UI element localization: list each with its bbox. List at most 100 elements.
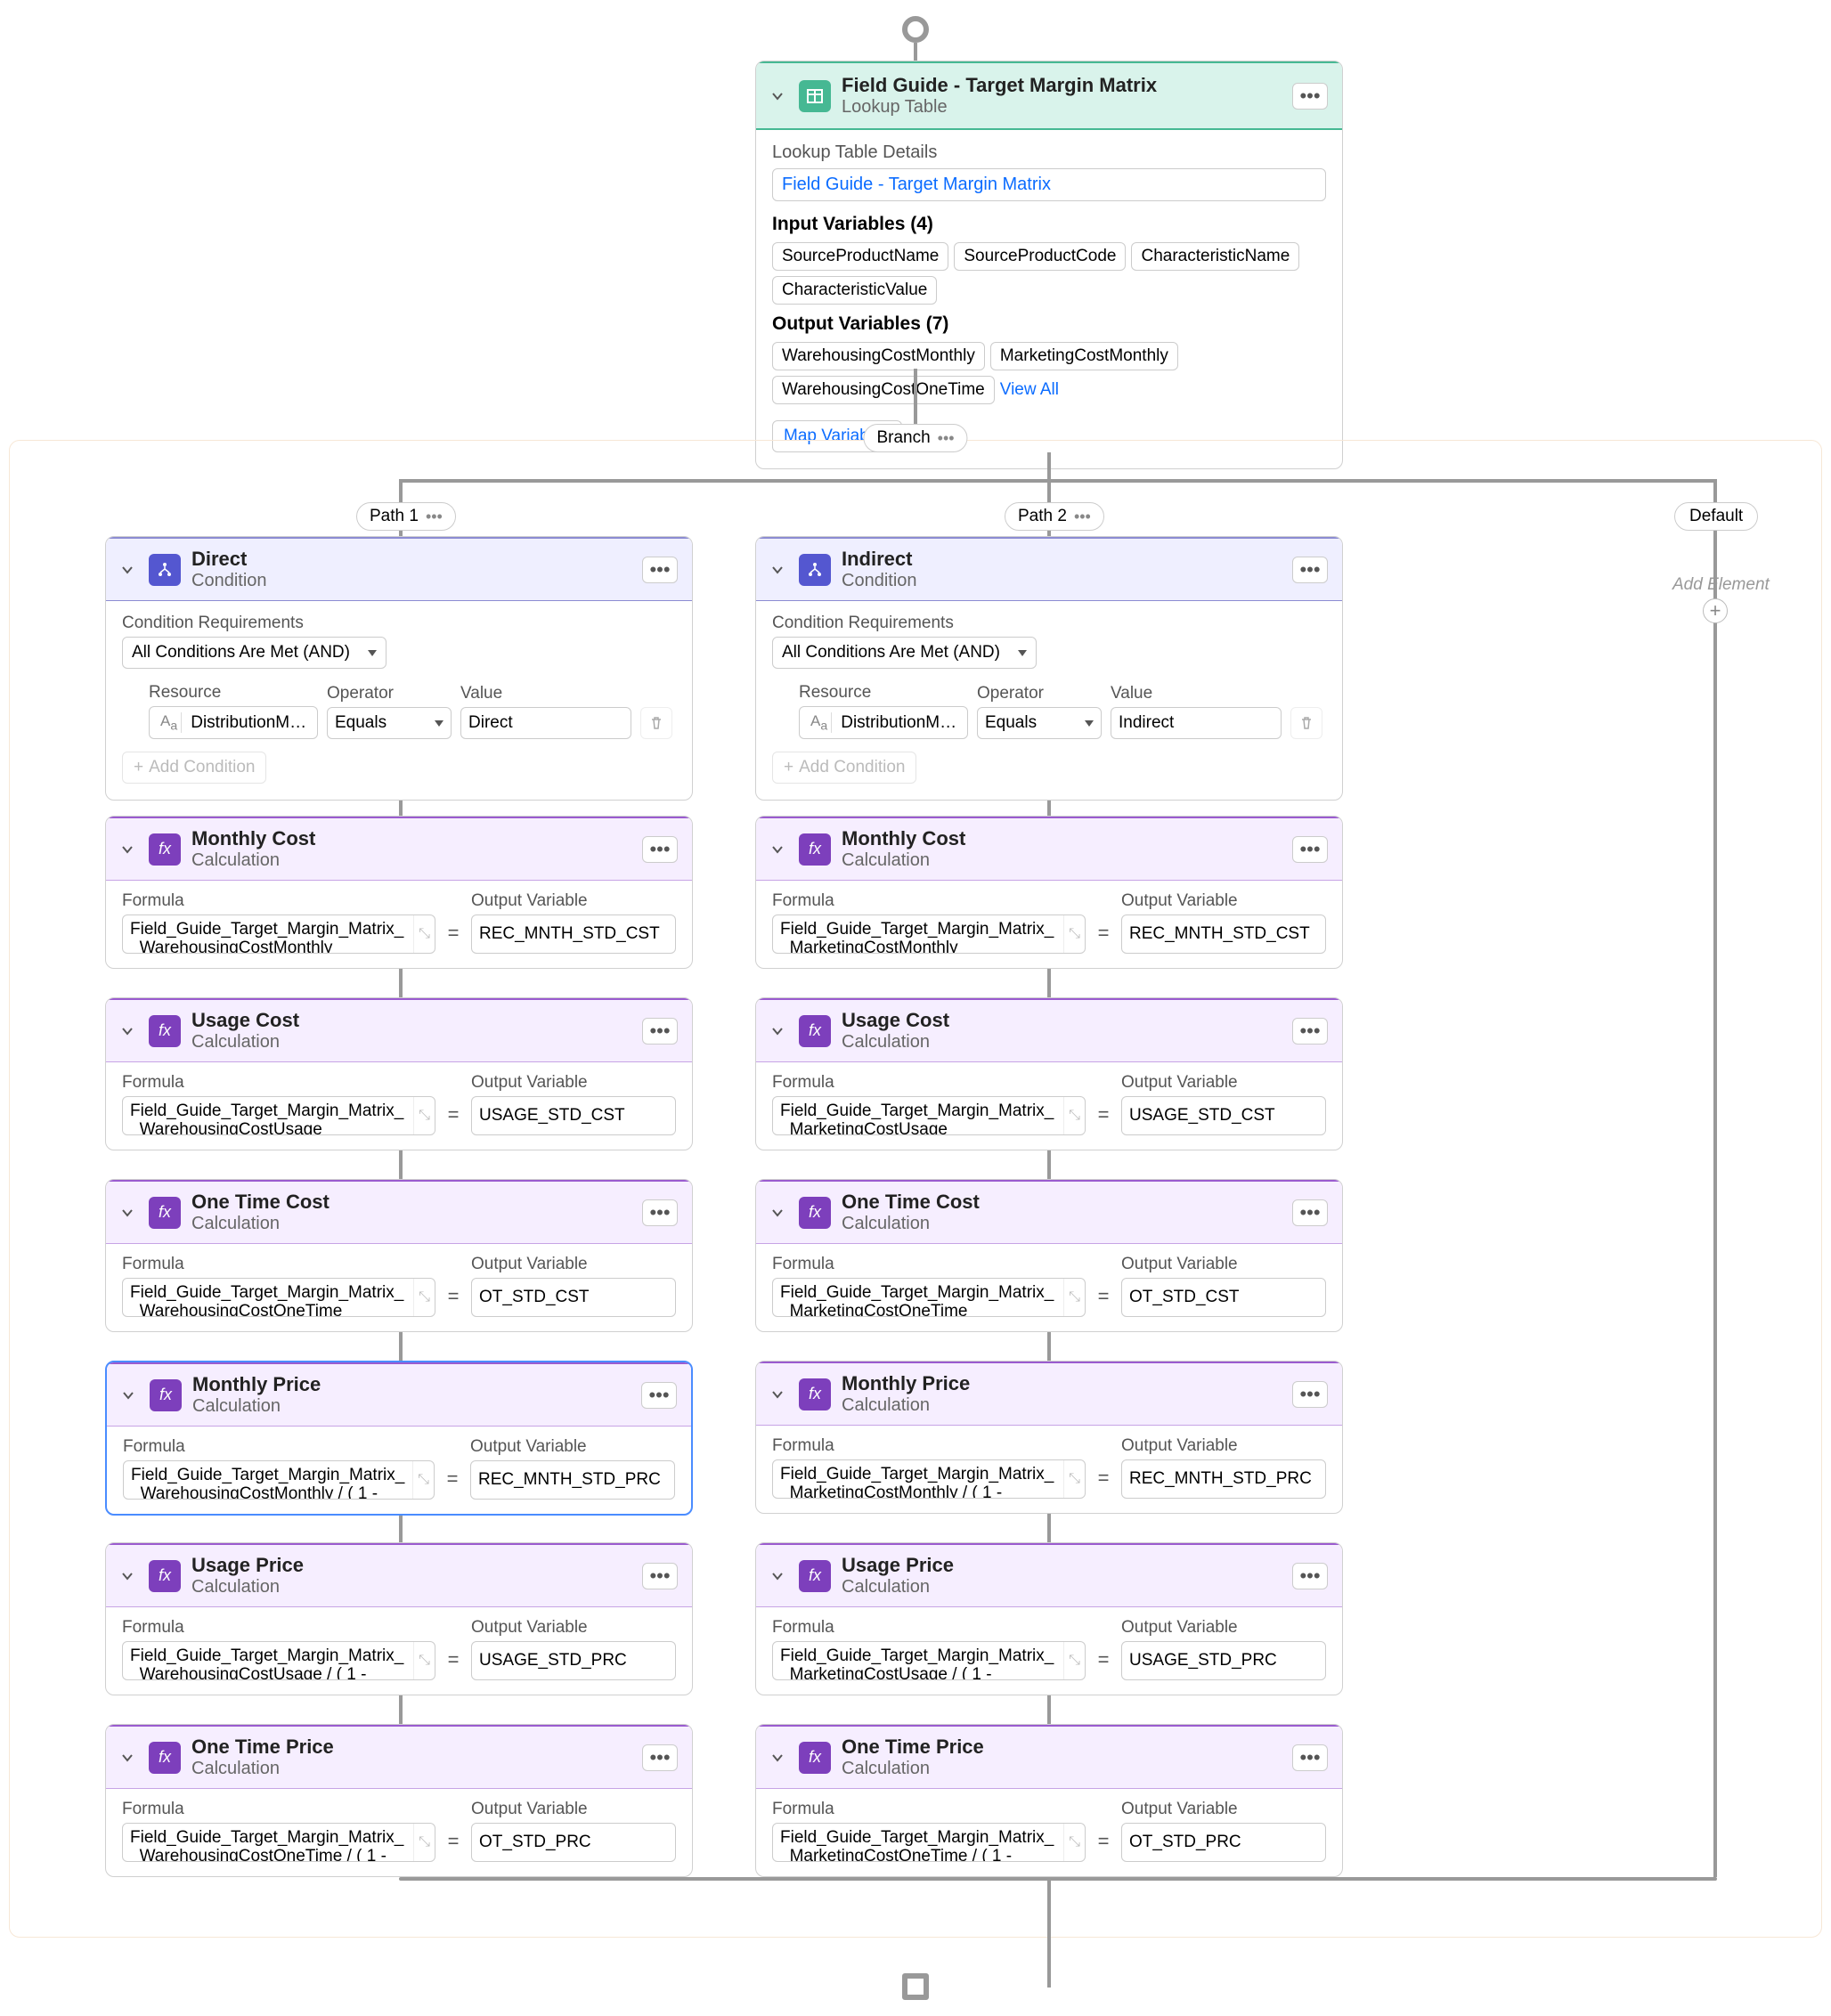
condition-header[interactable]: Indirect Condition ••• bbox=[756, 537, 1342, 601]
expand-icon[interactable]: ⤡ bbox=[413, 1097, 435, 1134]
resource-input[interactable]: AaDistributionMethod bbox=[149, 706, 318, 739]
expand-icon[interactable]: ⤡ bbox=[1063, 1460, 1085, 1498]
more-button[interactable]: ••• bbox=[642, 557, 678, 583]
add-condition-button[interactable]: +Add Condition bbox=[122, 752, 266, 784]
calc-header[interactable]: fx One Time Price Calculation ••• bbox=[756, 1725, 1342, 1789]
chevron-down-icon[interactable] bbox=[770, 1569, 788, 1583]
variable-chip[interactable]: CharacteristicName bbox=[1131, 242, 1299, 271]
calculation-node[interactable]: fx Usage Cost Calculation ••• Formula ⤡ … bbox=[755, 997, 1343, 1150]
more-button[interactable]: ••• bbox=[642, 836, 678, 863]
more-button[interactable]: ••• bbox=[1292, 1018, 1328, 1045]
chevron-down-icon[interactable] bbox=[770, 1024, 788, 1038]
output-variable-input[interactable] bbox=[471, 1096, 676, 1135]
chevron-down-icon[interactable] bbox=[770, 842, 788, 857]
output-variable-input[interactable] bbox=[1121, 1278, 1326, 1317]
expand-icon[interactable]: ⤡ bbox=[1063, 915, 1085, 953]
formula-input[interactable] bbox=[122, 915, 435, 954]
add-element-button[interactable]: + bbox=[1703, 598, 1728, 623]
operator-select[interactable]: Equals bbox=[977, 707, 1102, 739]
formula-input[interactable] bbox=[772, 915, 1086, 954]
more-button[interactable]: ••• bbox=[1292, 836, 1328, 863]
chevron-down-icon[interactable] bbox=[770, 89, 788, 103]
expand-icon[interactable]: ⤡ bbox=[413, 915, 435, 953]
formula-input[interactable] bbox=[122, 1641, 435, 1680]
expand-icon[interactable]: ⤡ bbox=[1063, 1642, 1085, 1679]
more-button[interactable]: ••• bbox=[1292, 83, 1328, 110]
more-icon[interactable]: ••• bbox=[1074, 508, 1091, 526]
more-button[interactable]: ••• bbox=[1292, 1744, 1328, 1771]
chevron-down-icon[interactable] bbox=[121, 1388, 139, 1402]
variable-chip[interactable]: SourceProductCode bbox=[954, 242, 1126, 271]
condition-node-direct[interactable]: Direct Condition ••• Condition Requireme… bbox=[105, 536, 693, 801]
more-button[interactable]: ••• bbox=[642, 1744, 678, 1771]
calculation-node[interactable]: fx Monthly Cost Calculation ••• Formula … bbox=[755, 816, 1343, 969]
calc-header[interactable]: fx Usage Cost Calculation ••• bbox=[756, 998, 1342, 1062]
chevron-down-icon[interactable] bbox=[120, 1569, 138, 1583]
calculation-node[interactable]: fx Monthly Price Calculation ••• Formula… bbox=[105, 1361, 693, 1516]
chevron-down-icon[interactable] bbox=[120, 1024, 138, 1038]
output-variable-input[interactable] bbox=[471, 1641, 676, 1680]
formula-input[interactable] bbox=[772, 1278, 1086, 1317]
value-input[interactable]: Direct bbox=[460, 707, 631, 739]
expand-icon[interactable]: ⤡ bbox=[412, 1461, 434, 1499]
lookup-table-node[interactable]: Field Guide - Target Margin Matrix Looku… bbox=[755, 61, 1343, 469]
formula-input[interactable] bbox=[123, 1460, 435, 1500]
calc-header[interactable]: fx One Time Cost Calculation ••• bbox=[756, 1180, 1342, 1244]
calc-header[interactable]: fx Monthly Price Calculation ••• bbox=[107, 1362, 691, 1427]
calc-header[interactable]: fx One Time Cost Calculation ••• bbox=[106, 1180, 692, 1244]
calc-header[interactable]: fx One Time Price Calculation ••• bbox=[106, 1725, 692, 1789]
calc-header[interactable]: fx Usage Price Calculation ••• bbox=[106, 1543, 692, 1607]
add-condition-button[interactable]: +Add Condition bbox=[772, 752, 916, 784]
formula-input[interactable] bbox=[772, 1823, 1086, 1862]
expand-icon[interactable]: ⤡ bbox=[1063, 1824, 1085, 1861]
chevron-down-icon[interactable] bbox=[120, 563, 138, 577]
variable-chip[interactable]: MarketingCostMonthly bbox=[990, 342, 1178, 370]
calculation-node[interactable]: fx One Time Cost Calculation ••• Formula… bbox=[755, 1179, 1343, 1332]
lookup-node-header[interactable]: Field Guide - Target Margin Matrix Looku… bbox=[756, 61, 1342, 130]
expand-icon[interactable]: ⤡ bbox=[413, 1642, 435, 1679]
calculation-node[interactable]: fx One Time Cost Calculation ••• Formula… bbox=[105, 1179, 693, 1332]
chevron-down-icon[interactable] bbox=[120, 842, 138, 857]
calc-header[interactable]: fx Usage Price Calculation ••• bbox=[756, 1543, 1342, 1607]
output-variable-input[interactable] bbox=[471, 1278, 676, 1317]
calculation-node[interactable]: fx One Time Price Calculation ••• Formul… bbox=[105, 1724, 693, 1877]
calculation-node[interactable]: fx Usage Price Calculation ••• Formula ⤡… bbox=[755, 1542, 1343, 1695]
calculation-node[interactable]: fx Monthly Cost Calculation ••• Formula … bbox=[105, 816, 693, 969]
more-button[interactable]: ••• bbox=[1292, 557, 1328, 583]
more-button[interactable]: ••• bbox=[642, 1563, 678, 1589]
output-variable-input[interactable] bbox=[1121, 1096, 1326, 1135]
expand-icon[interactable]: ⤡ bbox=[1063, 1097, 1085, 1134]
output-variable-input[interactable] bbox=[471, 915, 676, 954]
more-button[interactable]: ••• bbox=[1292, 1381, 1328, 1408]
view-all-link[interactable]: View All bbox=[1000, 380, 1059, 400]
lookup-details-link[interactable]: Field Guide - Target Margin Matrix bbox=[772, 168, 1326, 201]
path2-pill[interactable]: Path 2 ••• bbox=[1005, 502, 1104, 531]
delete-row-button[interactable] bbox=[640, 707, 672, 739]
chevron-down-icon[interactable] bbox=[120, 1206, 138, 1220]
output-variable-input[interactable] bbox=[1121, 1823, 1326, 1862]
calc-header[interactable]: fx Usage Cost Calculation ••• bbox=[106, 998, 692, 1062]
condition-requirements-select[interactable]: All Conditions Are Met (AND) bbox=[772, 637, 1037, 669]
formula-input[interactable] bbox=[122, 1823, 435, 1862]
chevron-down-icon[interactable] bbox=[770, 1751, 788, 1765]
expand-icon[interactable]: ⤡ bbox=[1063, 1279, 1085, 1316]
expand-icon[interactable]: ⤡ bbox=[413, 1824, 435, 1861]
chevron-down-icon[interactable] bbox=[770, 1387, 788, 1402]
resource-input[interactable]: AaDistributionMethod bbox=[799, 706, 968, 739]
formula-input[interactable] bbox=[122, 1278, 435, 1317]
output-variable-input[interactable] bbox=[1121, 1641, 1326, 1680]
condition-node-indirect[interactable]: Indirect Condition ••• Condition Require… bbox=[755, 536, 1343, 801]
chevron-down-icon[interactable] bbox=[770, 1206, 788, 1220]
more-button[interactable]: ••• bbox=[642, 1018, 678, 1045]
formula-input[interactable] bbox=[122, 1096, 435, 1135]
more-icon[interactable]: ••• bbox=[938, 429, 955, 448]
calculation-node[interactable]: fx Usage Price Calculation ••• Formula ⤡… bbox=[105, 1542, 693, 1695]
formula-input[interactable] bbox=[772, 1096, 1086, 1135]
output-variable-input[interactable] bbox=[1121, 1459, 1326, 1499]
variable-chip[interactable]: WarehousingCostOneTime bbox=[772, 376, 995, 404]
formula-input[interactable] bbox=[772, 1459, 1086, 1499]
output-variable-input[interactable] bbox=[1121, 915, 1326, 954]
chevron-down-icon[interactable] bbox=[770, 563, 788, 577]
calc-header[interactable]: fx Monthly Cost Calculation ••• bbox=[756, 817, 1342, 881]
expand-icon[interactable]: ⤡ bbox=[413, 1279, 435, 1316]
